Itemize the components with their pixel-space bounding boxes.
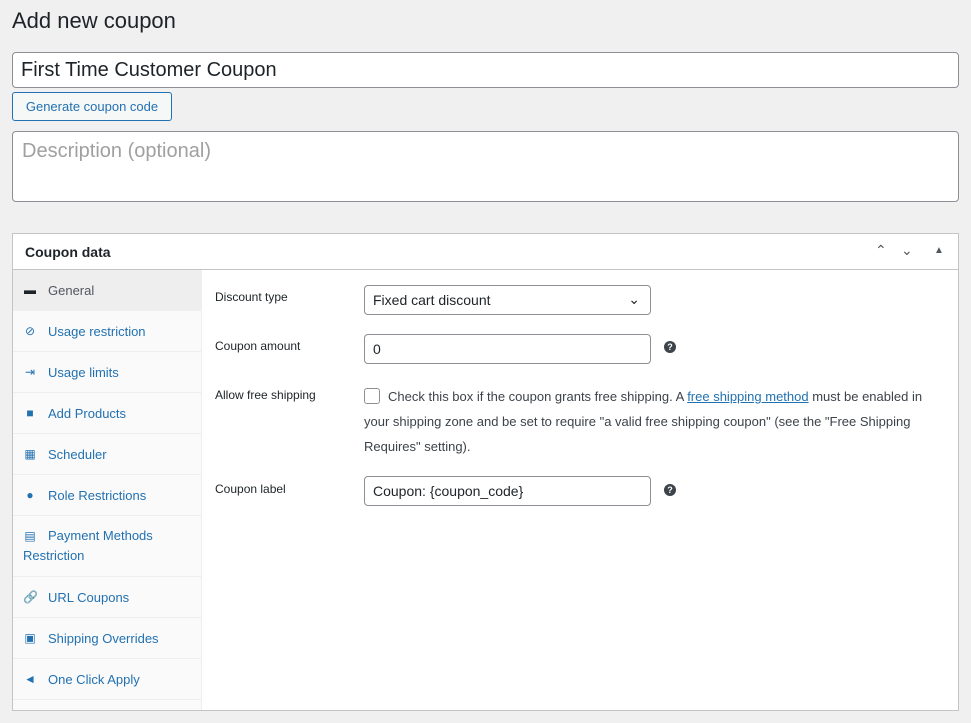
coupon-label-label: Coupon label — [215, 482, 286, 496]
coupon-label-input[interactable]: Coupon: {coupon_code} — [364, 476, 651, 506]
tab-label: Role Restrictions — [48, 488, 147, 503]
tab-label: General — [48, 283, 95, 298]
tab-label: Payment Methods Restriction — [23, 528, 153, 563]
tab-url-coupons[interactable]: 🔗 URL Coupons — [13, 577, 201, 618]
tab-one-click-apply[interactable]: ◄ One Click Apply — [13, 659, 201, 700]
panel-header: Coupon data ⌃ ⌄ ▲ — [13, 234, 958, 270]
coupon-title-input[interactable]: First Time Customer Coupon — [12, 52, 959, 88]
free-shipping-checkbox[interactable] — [364, 388, 380, 404]
tab-role-restrictions[interactable]: ● Role Restrictions — [13, 475, 201, 516]
bag-icon: ■ — [26, 406, 34, 420]
move-up-icon[interactable]: ⌃ — [875, 242, 887, 259]
user-icon: ● — [26, 488, 34, 502]
tab-label: One Click Apply — [48, 672, 140, 687]
tab-label: Scheduler — [48, 447, 107, 462]
collapse-toggle-icon[interactable]: ▲ — [934, 245, 944, 256]
chevron-down-icon: ⌄ — [628, 291, 640, 307]
tab-label: URL Coupons — [48, 590, 130, 605]
tab-label: Add Products — [48, 406, 127, 421]
free-shipping-label: Allow free shipping — [215, 388, 316, 402]
panel-title: Coupon data — [25, 244, 111, 260]
help-icon[interactable]: ? — [664, 341, 676, 353]
tab-label: Shipping Overrides — [48, 631, 159, 646]
tab-shipping-overrides[interactable]: ▣ Shipping Overrides — [13, 618, 201, 659]
description-textarea[interactable]: Description (optional) — [12, 131, 959, 202]
free-shipping-description: Check this box if the coupon grants free… — [364, 384, 934, 459]
free-shipping-method-link[interactable]: free shipping method — [687, 389, 808, 404]
ticket-icon: ▬ — [24, 283, 36, 297]
block-icon: ⊘ — [24, 324, 36, 338]
tab-label: Usage restriction — [48, 324, 146, 339]
coupon-data-panel: Coupon data ⌃ ⌄ ▲ ▬ General ⊘ Usage restri… — [12, 233, 959, 711]
generate-coupon-code-button[interactable]: Generate coupon code — [12, 92, 172, 121]
discount-type-value: Fixed cart discount — [373, 292, 491, 308]
discount-type-select[interactable]: Fixed cart discount ⌄ — [364, 285, 651, 315]
discount-type-label: Discount type — [215, 290, 288, 304]
move-down-icon[interactable]: ⌄ — [901, 242, 913, 259]
text: Check this box if the coupon grants free… — [388, 389, 688, 404]
tab-scheduler[interactable]: ▦ Scheduler — [13, 434, 201, 475]
megaphone-icon: ◄ — [24, 672, 36, 686]
page-title: Add new coupon — [12, 8, 176, 33]
tab-usage-restriction[interactable]: ⊘ Usage restriction — [13, 311, 201, 352]
tab-usage-limits[interactable]: ⇥ Usage limits — [13, 352, 201, 393]
help-icon[interactable]: ? — [664, 484, 676, 496]
coupon-amount-label: Coupon amount — [215, 339, 301, 353]
tab-payment-methods-restriction[interactable]: ▤ Payment Methods Restriction — [13, 516, 201, 577]
link-icon: 🔗 — [23, 590, 38, 604]
card-icon: ▤ — [24, 529, 36, 543]
tab-label: Usage limits — [48, 365, 119, 380]
tab-general[interactable]: ▬ General — [13, 270, 201, 311]
tab-add-products[interactable]: ■ Add Products — [13, 393, 201, 434]
limits-icon: ⇥ — [24, 365, 36, 379]
calendar-icon: ▦ — [24, 447, 36, 461]
truck-icon: ▣ — [24, 631, 36, 645]
coupon-amount-input[interactable]: 0 — [364, 334, 651, 364]
coupon-tabs: ▬ General ⊘ Usage restriction ⇥ Usage limit… — [13, 270, 202, 710]
